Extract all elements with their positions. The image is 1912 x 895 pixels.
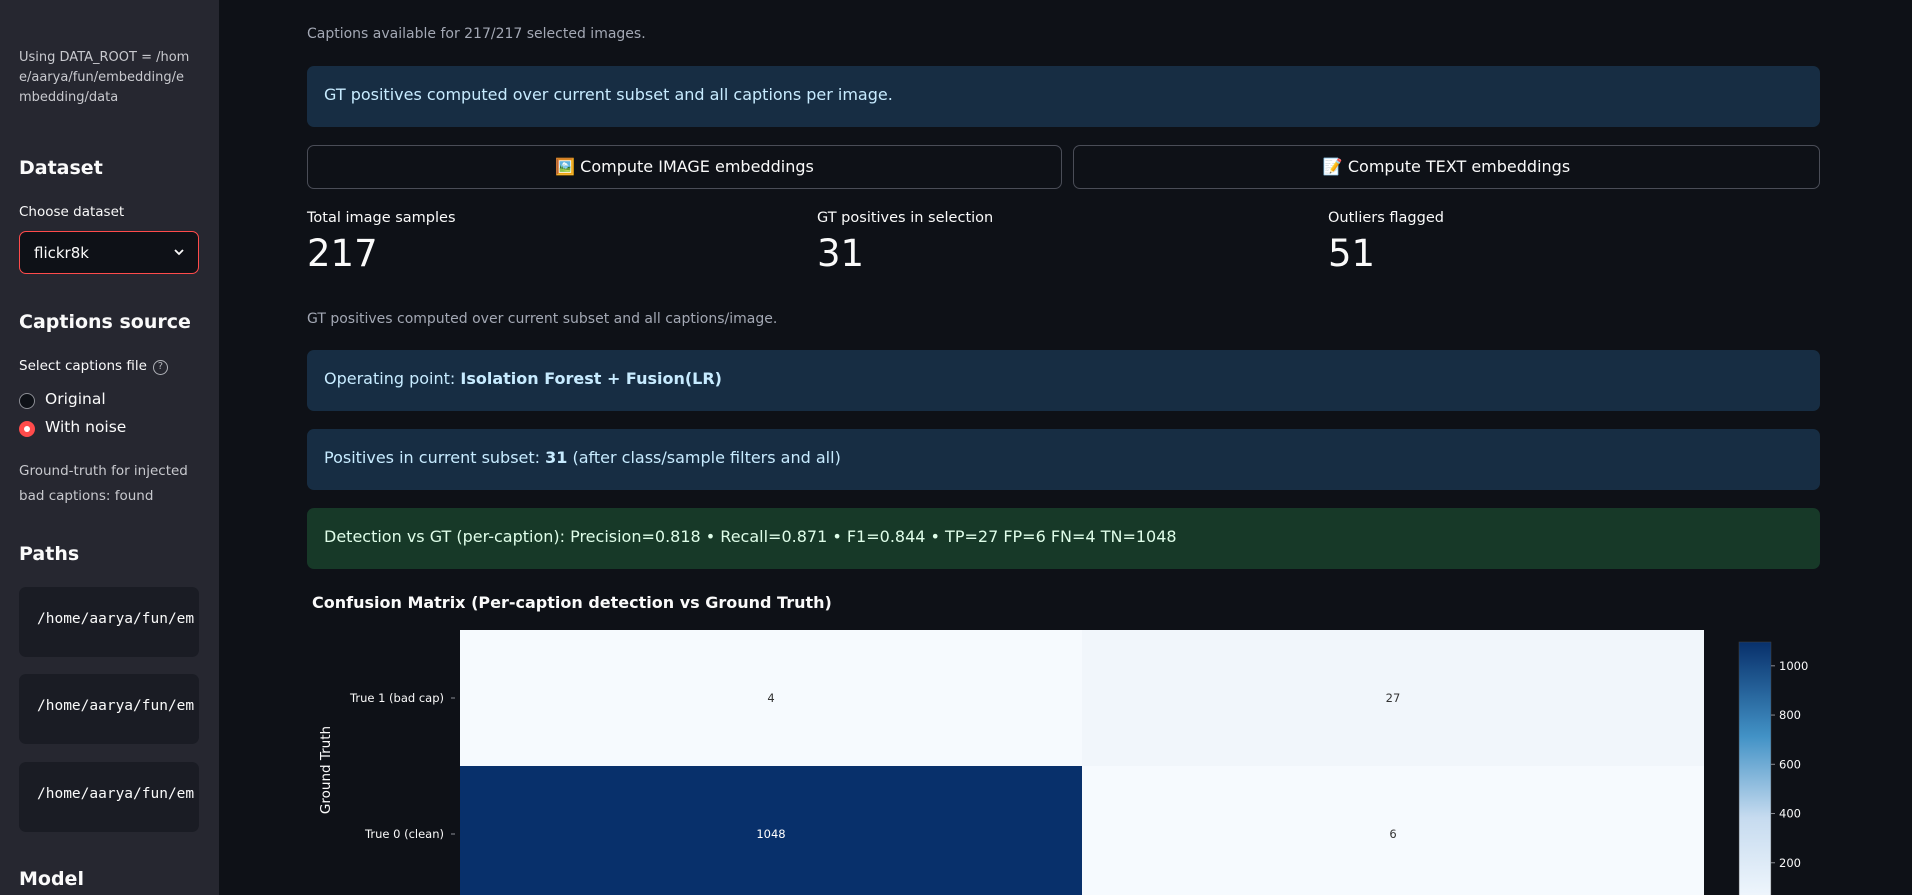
- paths-heading: Paths: [19, 543, 80, 565]
- positives-value: 31: [545, 448, 568, 467]
- dataset-select-value: flickr8k: [34, 244, 89, 262]
- picture-icon: 🖼️: [555, 157, 576, 176]
- positives-alert: Positives in current subset: 31 (after c…: [307, 429, 1820, 490]
- compute-text-embeddings-button[interactable]: 📝 Compute TEXT embeddings: [1073, 145, 1820, 189]
- path-field-1[interactable]: /home/aarya/fun/em: [19, 587, 199, 657]
- path-value: /home/aarya/fun/em: [37, 611, 195, 627]
- operating-point-alert: Operating point: Isolation Forest + Fusi…: [307, 350, 1820, 411]
- captions-heading: Captions source: [19, 311, 191, 333]
- button-label: Compute IMAGE embeddings: [580, 157, 814, 176]
- detection-text: Detection vs GT (per-caption): Precision…: [324, 527, 1177, 546]
- main-content: Captions available for 217/217 selected …: [219, 0, 1912, 895]
- dataset-select[interactable]: flickr8k: [19, 231, 199, 274]
- captions-available-text: Captions available for 217/217 selected …: [307, 26, 646, 42]
- radio-button-icon[interactable]: [19, 393, 35, 409]
- metric-gt-positives: GT positives in selection 31: [817, 210, 993, 275]
- confusion-matrix-svg: 4 27 1048 6 True 1 (bad cap) True 0 (clean) Gr…: [318, 630, 1808, 895]
- dataset-label: Choose dataset: [19, 204, 125, 220]
- memo-icon: 📝: [1322, 157, 1343, 176]
- dataset-heading: Dataset: [19, 157, 103, 179]
- row-tick-label: True 1 (bad cap): [349, 691, 444, 705]
- cell-value-label: 4: [767, 691, 774, 705]
- button-label: Compute TEXT embeddings: [1347, 157, 1571, 176]
- metric-label: Total image samples: [307, 210, 456, 226]
- chevron-down-icon: [174, 249, 184, 256]
- colorbar-tick-label: 400: [1779, 807, 1801, 821]
- captions-label: Select captions file?: [19, 358, 168, 375]
- detection-success-alert: Detection vs GT (per-caption): Precision…: [307, 508, 1820, 569]
- radio-original-label: Original: [45, 390, 106, 408]
- sidebar: Using DATA_ROOT = /home/aarya/fun/embedd…: [0, 0, 219, 895]
- cell-value-label: 6: [1389, 827, 1396, 841]
- path-field-3[interactable]: /home/aarya/fun/em: [19, 762, 199, 832]
- metric-total-images: Total image samples 217: [307, 210, 456, 275]
- radio-button-selected-icon[interactable]: [19, 421, 35, 437]
- colorbar-tick-label: 600: [1779, 757, 1801, 771]
- gt-note: Ground-truth for injected bad captions: …: [19, 463, 188, 504]
- cell-value-label: 27: [1386, 691, 1401, 705]
- colorbar-tick-label: 1000: [1779, 659, 1808, 673]
- model-heading: Model: [19, 868, 84, 890]
- metric-value: 217: [307, 232, 378, 275]
- operating-point-text: Operating point: Isolation Forest + Fusi…: [324, 369, 722, 388]
- colorbar-tick-label: 200: [1779, 856, 1801, 870]
- path-value: /home/aarya/fun/em: [37, 786, 195, 802]
- operating-point-value: Isolation Forest + Fusion(LR): [460, 369, 722, 388]
- metric-label: GT positives in selection: [817, 210, 994, 226]
- info-alert-text: GT positives computed over current subse…: [324, 85, 893, 104]
- help-icon[interactable]: ?: [152, 360, 168, 375]
- gt-caption: GT positives computed over current subse…: [307, 311, 778, 327]
- path-value: /home/aarya/fun/em: [37, 698, 195, 714]
- path-field-2[interactable]: /home/aarya/fun/em: [19, 674, 199, 744]
- y-axis-label: Ground Truth: [318, 726, 334, 814]
- compute-image-embeddings-button[interactable]: 🖼️ Compute IMAGE embeddings: [307, 145, 1062, 189]
- cell-value-label: 1048: [756, 827, 785, 841]
- row-tick-label: True 0 (clean): [364, 827, 444, 841]
- metric-value: 51: [1328, 232, 1376, 275]
- metric-value: 31: [817, 232, 865, 275]
- data-root-note: Using DATA_ROOT = /home/aarya/fun/embedd…: [19, 50, 190, 105]
- metric-label: Outliers flagged: [1328, 210, 1444, 226]
- confusion-matrix-chart: Confusion Matrix (Per-caption detection …: [307, 585, 1820, 895]
- metric-outliers-flagged: Outliers flagged 51: [1328, 210, 1444, 275]
- colorbar-tick-label: 800: [1779, 708, 1801, 722]
- radio-with-noise-label: With noise: [45, 418, 127, 436]
- colorbar: [1738, 641, 1772, 895]
- positives-text: Positives in current subset: 31 (after c…: [324, 448, 841, 467]
- info-alert-gt: GT positives computed over current subse…: [307, 66, 1820, 127]
